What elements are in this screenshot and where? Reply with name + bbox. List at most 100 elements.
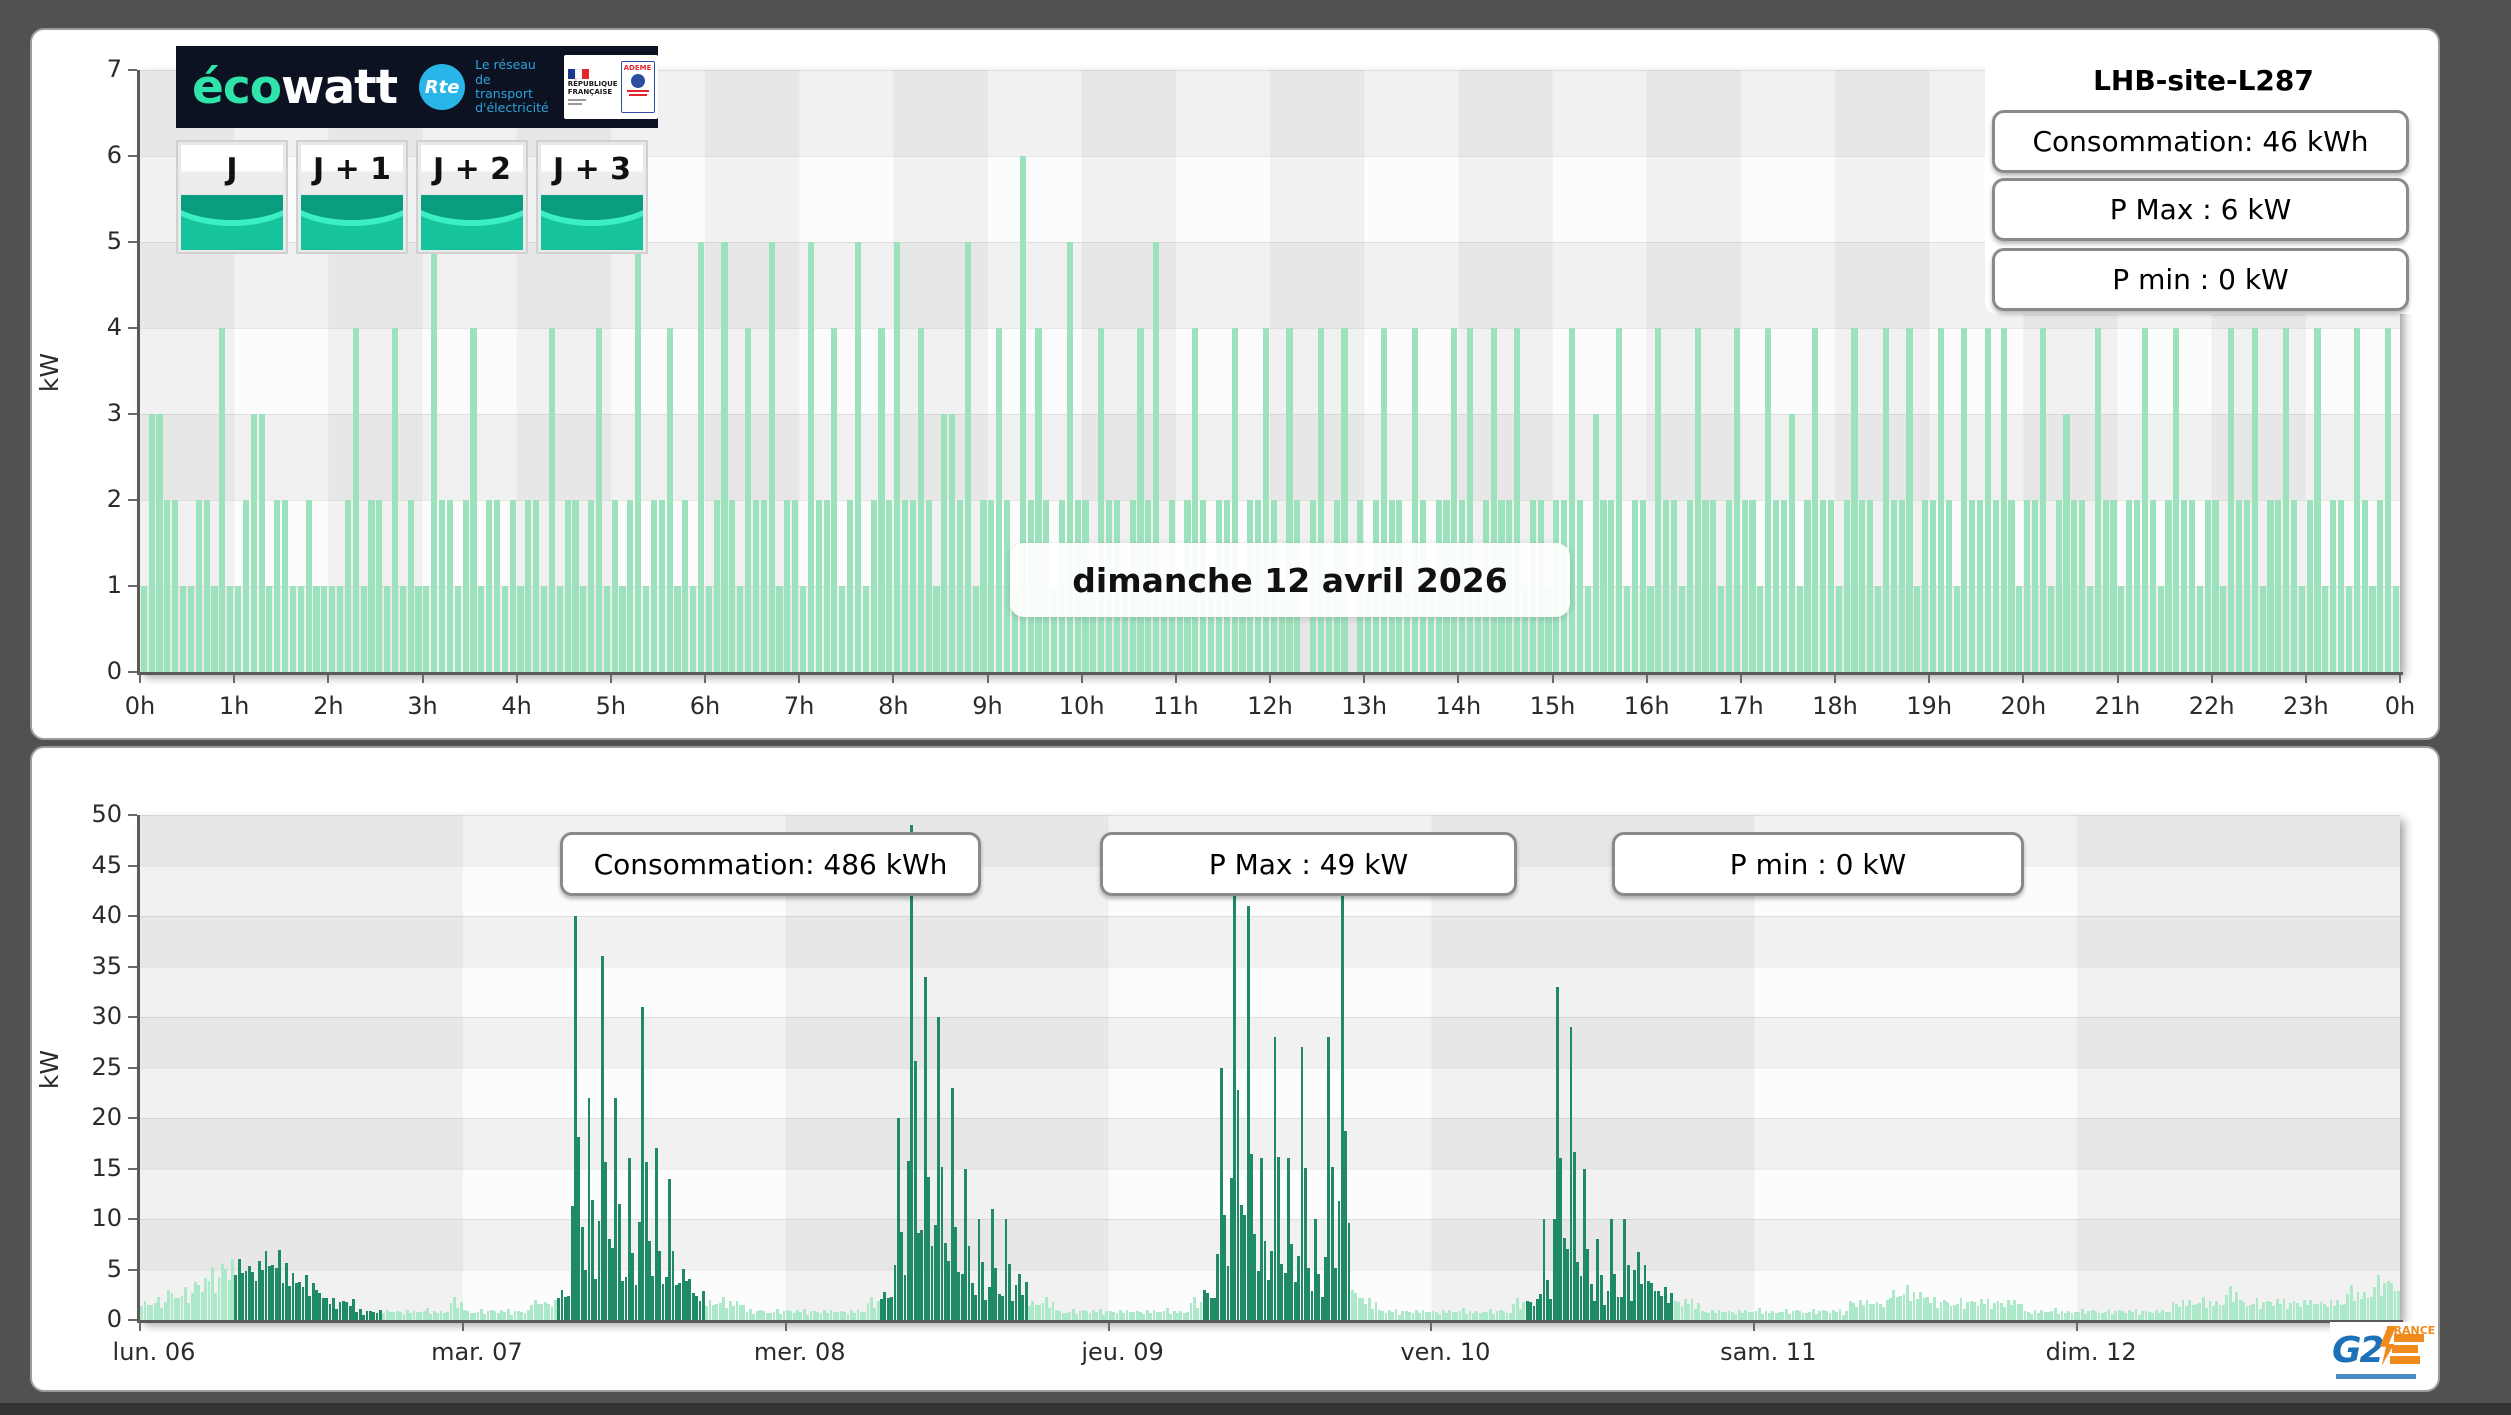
consumption-bar	[258, 414, 265, 672]
x-tick-label: 23h	[2282, 692, 2329, 720]
consumption-bar	[533, 500, 540, 672]
consumption-bar	[2196, 586, 2203, 672]
consumption-bar	[878, 328, 885, 672]
day-tab-j3[interactable]: J + 3	[536, 140, 648, 254]
x-tick-label: 5h	[595, 692, 627, 720]
y-tick	[128, 69, 137, 71]
consumption-bar	[1380, 328, 1387, 672]
x-tick	[1834, 675, 1836, 683]
ecowatt-forecast-green-icon	[181, 195, 283, 250]
consumption-bar	[1655, 328, 1662, 672]
ademe-subtext-placeholder	[626, 90, 649, 92]
x-tick	[892, 675, 895, 683]
x-tick	[1551, 675, 1554, 683]
consumption-bar	[721, 242, 728, 672]
consumption-bar	[862, 586, 869, 672]
consumption-bar	[525, 500, 532, 672]
ecowatt-logo-eco: éco	[192, 59, 282, 115]
consumption-bar	[1945, 500, 1952, 672]
consumption-bar	[690, 586, 697, 672]
republique-francaise-logo: RÉPUBLIQUE FRANÇAISE	[567, 69, 618, 105]
consumption-bar	[595, 328, 603, 672]
consumption-bar	[2267, 500, 2274, 672]
consumption-bar	[219, 328, 226, 672]
consumption-bar	[1137, 328, 1144, 672]
consumption-bar	[250, 414, 257, 672]
x-tick	[2116, 675, 2119, 683]
consumption-bar	[737, 586, 744, 672]
consumption-bar	[988, 500, 995, 672]
consumption-bar	[1922, 500, 1929, 672]
y-tick	[128, 155, 137, 157]
consumption-bar	[384, 586, 391, 672]
x-tick	[784, 1323, 787, 1331]
day-tab-j2[interactable]: J + 2	[416, 140, 528, 254]
consumption-bar	[297, 586, 304, 672]
consumption-bar	[1725, 500, 1733, 672]
consumption-bar	[894, 242, 901, 672]
y-tick-label: 1	[106, 571, 122, 599]
y-tick-label: 3	[106, 399, 122, 427]
y-tick	[128, 864, 137, 867]
consumption-bar	[1812, 328, 1819, 672]
consumption-bar	[1780, 500, 1787, 672]
consumption-bar	[768, 242, 775, 672]
devise-text-placeholder	[567, 98, 586, 101]
y-tick	[128, 1167, 137, 1170]
consumption-bar	[666, 328, 673, 672]
x-tick-label: dim. 12	[2045, 1338, 2137, 1366]
consumption-bar	[2275, 500, 2282, 672]
consumption-bar	[1286, 328, 1293, 672]
consumption-bar	[729, 500, 736, 672]
consumption-bar	[2024, 500, 2031, 672]
window-bottom-edge	[0, 1403, 2511, 1415]
consumption-bar	[588, 500, 595, 672]
day-tab-j[interactable]: J	[176, 140, 288, 254]
consumption-bar	[360, 586, 367, 672]
x-tick	[1753, 1323, 1756, 1331]
ademe-text: ADEME	[623, 64, 652, 72]
consumption-bar	[2251, 328, 2258, 672]
consumption-bar	[611, 500, 618, 672]
ademe-logo: ADEME	[620, 61, 655, 113]
x-tick	[139, 675, 141, 683]
consumption-bar	[541, 586, 548, 672]
g2e-e-bar	[2390, 1356, 2420, 1364]
g2e-e-bar	[2394, 1334, 2424, 1342]
consumption-bar	[1867, 500, 1874, 672]
consumption-bar	[431, 242, 438, 672]
x-tick	[515, 675, 518, 683]
consumption-bar	[1984, 328, 1992, 672]
consumption-bar	[1859, 500, 1866, 672]
consumption-bar	[1608, 500, 1615, 672]
consumption-bar	[799, 586, 807, 672]
consumption-bar	[1796, 586, 1803, 672]
consumption-bar	[964, 242, 971, 672]
y-tick	[128, 1016, 137, 1018]
y-tick	[128, 241, 137, 243]
g2e-tagline-placeholder	[2336, 1374, 2416, 1379]
day-tab-j1[interactable]: J + 1	[296, 140, 408, 254]
consumption-bar	[180, 586, 187, 672]
y-tick-label: 15	[91, 1153, 122, 1182]
ecowatt-logo: écowatt	[192, 59, 398, 115]
consumption-bar	[282, 500, 289, 672]
consumption-bar	[2392, 586, 2400, 672]
consumption-bar	[2188, 500, 2196, 672]
y-tick	[128, 814, 137, 816]
date-label: dimanche 12 avril 2026	[1010, 543, 1570, 617]
day-tab-label: J	[181, 145, 283, 193]
consumption-bar	[1035, 328, 1042, 672]
y-tick-label: 2	[106, 485, 122, 513]
y-tick-label: 4	[106, 313, 122, 341]
consumption-bar	[1231, 328, 1238, 672]
consumption-bar	[949, 414, 956, 672]
x-tick	[233, 675, 236, 683]
x-tick	[2022, 675, 2025, 683]
consumption-bar	[1898, 500, 1905, 672]
y-tick-label: 20	[91, 1103, 122, 1131]
consumption-bar	[1835, 586, 1842, 672]
consumption-bar	[2369, 586, 2376, 672]
x-tick-label: 16h	[1623, 692, 1670, 720]
consumption-bar	[909, 500, 916, 672]
